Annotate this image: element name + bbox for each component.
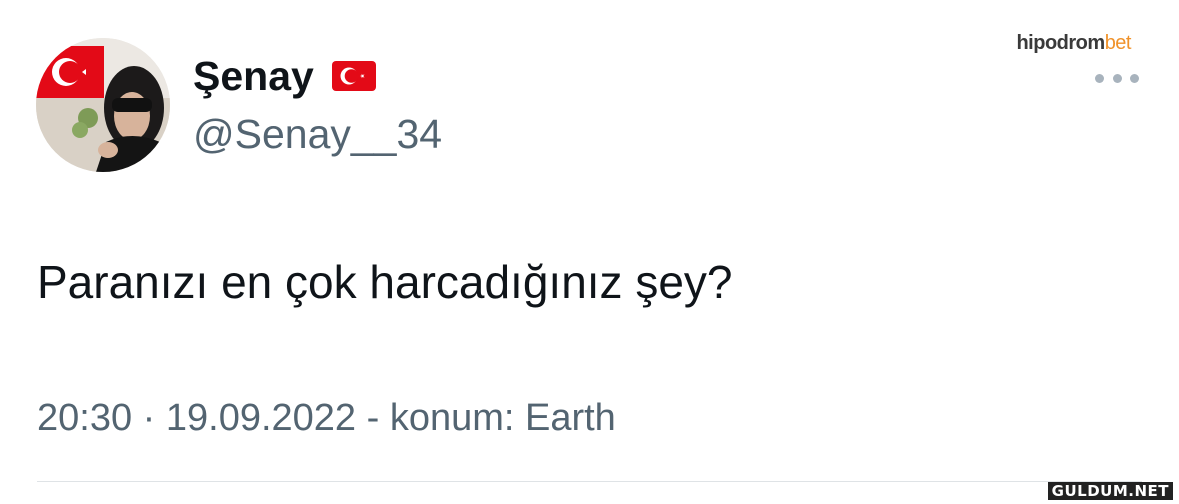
brand-logo-part1: hipodrom bbox=[1016, 32, 1105, 54]
divider bbox=[37, 481, 1142, 482]
user-handle[interactable]: @Senay__34 bbox=[193, 108, 442, 160]
avatar-image bbox=[36, 38, 170, 172]
display-name-row: Şenay bbox=[193, 50, 378, 102]
more-options-icon[interactable] bbox=[1095, 68, 1139, 88]
tweet-timestamp[interactable]: 20:30 · 19.09.2022 - konum: Earth bbox=[37, 393, 616, 443]
tweet-card: Şenay @Senay__34 hipodrombet Paranızı en… bbox=[0, 0, 1179, 504]
more-dot bbox=[1095, 73, 1104, 83]
tweet-text: Paranızı en çok harcadığınız şey? bbox=[37, 256, 733, 308]
display-name[interactable]: Şenay bbox=[193, 50, 314, 102]
brand-logo-part2: bet bbox=[1104, 32, 1132, 54]
brand-logo: hipodrombet bbox=[1016, 30, 1131, 56]
more-dot bbox=[1130, 73, 1139, 83]
avatar[interactable] bbox=[36, 38, 170, 172]
more-dot bbox=[1112, 73, 1122, 83]
turkey-flag-icon bbox=[330, 58, 378, 94]
watermark: GULDUM.NET bbox=[1047, 482, 1173, 500]
